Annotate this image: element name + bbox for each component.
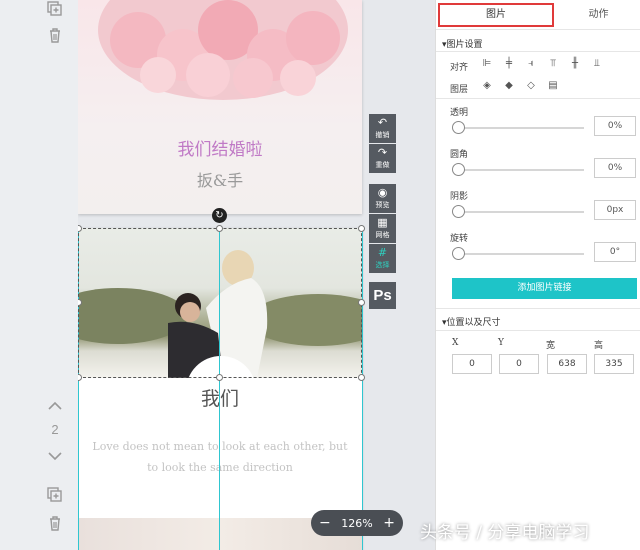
resize-handle[interactable] [216,374,223,381]
selection-box[interactable] [78,228,362,378]
x-label: X [452,338,459,348]
guide-line [362,228,363,550]
add-page-icon[interactable] [46,486,64,504]
opacity-input[interactable]: 0% [594,116,636,136]
align-top-icon[interactable]: ⫪ [542,58,564,72]
page-down-icon[interactable] [46,447,64,465]
grid-button[interactable]: ▦ 网格 [369,214,396,243]
tab-action[interactable]: 动作 [556,0,640,30]
resize-handle[interactable] [216,225,223,232]
quote-text: Love does not mean to look at each other… [92,440,348,474]
divider [436,330,640,331]
page-gutter: 2 [0,0,78,550]
page-number: 2 [51,422,59,437]
divider [436,308,640,309]
zoom-control: − 126% + [311,510,403,536]
radius-slider-knob[interactable] [452,163,465,176]
align-center-icon[interactable]: ╪ [498,58,520,72]
panel-tabs: 图片 动作 [436,0,640,30]
page-up-icon[interactable] [46,397,64,415]
resize-handle[interactable] [358,225,365,232]
photoshop-button[interactable]: Ps [369,282,396,309]
page-card[interactable]: 我们结婚啦 扳&手 [78,0,362,214]
undo-icon: ↶ [377,116,388,129]
rotate-icon[interactable]: ↻ [212,208,227,223]
properties-panel: 图片 动作 ▾图片设置 对齐 ⊫ ╪ ⫣ ⫪ ╫ ⫫ 图层 ◈ ◆ ◇ ▤ 透明… [435,0,640,550]
rotate-slider-knob[interactable] [452,247,465,260]
shadow-slider-knob[interactable] [452,205,465,218]
x-input[interactable]: 0 [452,354,492,374]
shadow-label: 阴影 [450,192,469,202]
zoom-level: 126% [341,516,373,530]
opacity-slider-knob[interactable] [452,121,465,134]
layer-down-icon[interactable]: ◇ [520,80,542,94]
redo-button[interactable]: ↷ 重做 [369,144,396,173]
image-settings-header[interactable]: ▾图片设置 [442,37,483,50]
y-label: Y [498,338,504,348]
resize-handle[interactable] [358,299,365,306]
undo-button[interactable]: ↶ 撤销 [369,114,396,143]
rotate-slider[interactable] [460,253,584,255]
grid-icon: ▦ [377,216,388,229]
width-input[interactable]: 638 [547,354,587,374]
redo-icon: ↷ [377,146,388,159]
watermark: 头条号 / 分享电脑学习 [420,523,590,543]
trash-icon[interactable] [46,514,64,532]
align-toolbar: ⊫ ╪ ⫣ ⫪ ╫ ⫫ [476,58,608,72]
shadow-slider[interactable] [460,211,584,213]
zoom-out-button[interactable]: − [319,515,331,531]
shadow-input[interactable]: 0px [594,200,636,220]
rotate-input[interactable]: 0° [594,242,636,262]
select-button[interactable]: # 选择 [369,244,396,273]
rotate-label: 旋转 [450,234,469,244]
width-label: 宽 [546,341,556,351]
hash-icon: # [377,246,388,259]
add-image-link-button[interactable]: 添加图片链接 [452,278,637,299]
radius-label: 圆角 [450,150,469,160]
roses-image [98,0,348,100]
layer-label: 图层 [450,85,469,95]
layer-bottom-icon[interactable]: ▤ [542,80,564,94]
align-label: 对齐 [450,63,469,73]
preview-button[interactable]: ◉ 预览 [369,184,396,213]
y-input[interactable]: 0 [499,354,539,374]
radius-input[interactable]: 0% [594,158,636,178]
opacity-slider[interactable] [460,127,584,129]
resize-handle[interactable] [358,374,365,381]
editor-canvas: 我们结婚啦 扳&手 ↻ 我们 Love does not mean to loo… [78,0,408,550]
align-middle-icon[interactable]: ╫ [564,58,586,72]
zoom-in-button[interactable]: + [383,515,395,531]
layer-up-icon[interactable]: ◈ [476,80,498,94]
page-title: 我们结婚啦 [177,140,263,160]
layer-top-icon[interactable]: ◆ [498,80,520,94]
divider [436,51,640,52]
height-label: 高 [594,341,604,351]
eye-icon: ◉ [377,186,388,199]
align-left-icon[interactable]: ⊫ [476,58,498,72]
section-title: 我们 [200,388,239,410]
tab-image[interactable]: 图片 [438,3,554,27]
add-page-icon[interactable] [46,0,64,18]
layer-toolbar: ◈ ◆ ◇ ▤ [476,80,564,94]
trash-icon[interactable] [46,26,64,44]
opacity-label: 透明 [450,108,469,118]
divider [436,98,640,99]
align-bottom-icon[interactable]: ⫫ [586,58,608,72]
position-size-header[interactable]: ▾位置以及尺寸 [442,315,501,328]
align-right-icon[interactable]: ⫣ [520,58,542,72]
page-subtitle: 扳&手 [196,171,244,190]
height-input[interactable]: 335 [594,354,634,374]
radius-slider[interactable] [460,169,584,171]
